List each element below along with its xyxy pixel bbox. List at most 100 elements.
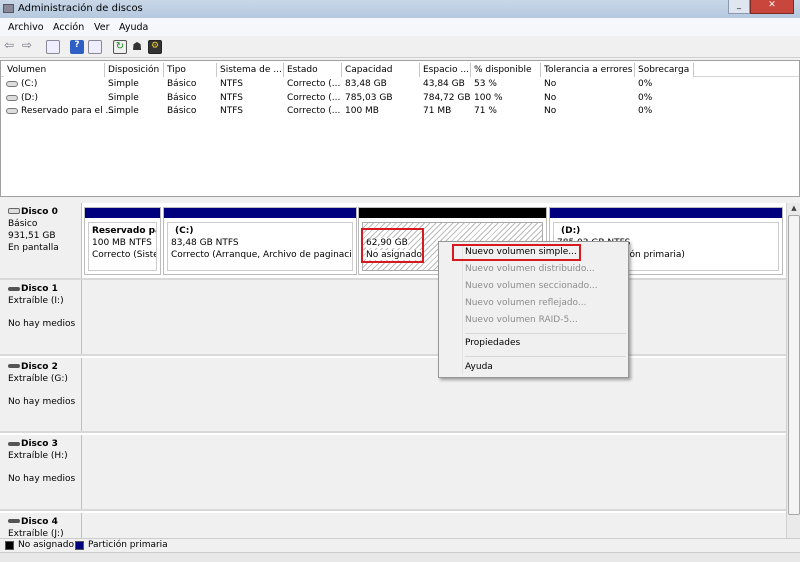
legend-primary: Partición primaria: [88, 540, 168, 550]
col-disponible[interactable]: % disponible: [471, 63, 541, 77]
help-icon[interactable]: ?: [70, 40, 84, 54]
removable-disk-icon: [8, 441, 20, 446]
back-icon[interactable]: ⇦: [4, 38, 18, 52]
drive-icon: [6, 94, 18, 101]
menu-bar: Archivo Acción Ver Ayuda: [0, 18, 800, 36]
scroll-thumb[interactable]: [788, 215, 800, 515]
volume-cell: 784,72 GB: [423, 92, 471, 103]
partition-size: 100 MB NTFS: [92, 238, 152, 248]
col-disposicion[interactable]: Disposición: [105, 63, 164, 77]
volume-cell: Simple: [108, 79, 139, 89]
disk-size: 931,51 GB: [8, 231, 56, 241]
disk-status: No hay medios: [8, 474, 76, 484]
vertical-scrollbar[interactable]: ▲: [786, 203, 800, 538]
close-button[interactable]: ✕: [750, 0, 794, 14]
disk-management-icon: [3, 4, 14, 13]
forward-icon[interactable]: ⇨: [22, 38, 36, 52]
disk-status: En pantalla: [8, 243, 59, 253]
menu-properties[interactable]: Propiedades: [465, 338, 520, 348]
highlight-unallocated: [361, 228, 424, 263]
partition-status: Correcto (Sistem: [92, 250, 156, 260]
menu-new-raid5-volume[interactable]: Nuevo volumen RAID-5...: [465, 315, 578, 325]
menu-help[interactable]: Ayuda: [465, 362, 493, 372]
volume-name[interactable]: Reservado para el ...: [21, 105, 114, 118]
menu-ver[interactable]: Ver: [94, 22, 110, 33]
disk-1-row: Disco 1 Extraíble (I:) No hay medios: [0, 280, 786, 356]
volume-cell: Simple: [108, 92, 139, 103]
primary-partition-swatch: [75, 541, 84, 550]
properties-icon[interactable]: ☗: [130, 40, 144, 54]
col-tolerancia[interactable]: Tolerancia a errores: [541, 63, 635, 77]
disk-name: Disco 0: [21, 207, 58, 217]
highlight-new-simple-volume: [452, 244, 581, 261]
refresh-icon[interactable]: ↻: [113, 40, 127, 54]
disk-name: Disco 1: [21, 284, 58, 294]
disk-1-label[interactable]: Disco 1 Extraíble (I:) No hay medios: [3, 280, 82, 354]
disk-2-row: Disco 2 Extraíble (G:) No hay medios: [0, 357, 786, 433]
title-bar: Administración de discos _ ✕: [0, 0, 800, 18]
volume-cell: Correcto (...: [287, 106, 341, 116]
partition-title: (D:): [561, 226, 581, 236]
col-capacidad[interactable]: Capacidad: [342, 63, 420, 77]
volume-name[interactable]: (C:): [21, 78, 37, 91]
menu-archivo[interactable]: Archivo: [8, 22, 44, 33]
menu-accion[interactable]: Acción: [53, 22, 84, 33]
disk-3-label[interactable]: Disco 3 Extraíble (H:) No hay medios: [3, 435, 82, 509]
col-estado[interactable]: Estado: [284, 63, 342, 77]
menu-new-striped-volume[interactable]: Nuevo volumen seccionado...: [465, 281, 598, 291]
disk-4-label[interactable]: Disco 4 Extraíble (J:): [3, 512, 82, 538]
disk-type: Extraíble (G:): [8, 373, 68, 384]
removable-disk-icon: [8, 286, 20, 291]
disk-4-row: Disco 4 Extraíble (J:): [0, 512, 786, 538]
volume-cell: Básico: [167, 106, 197, 116]
volume-cell: NTFS: [220, 79, 243, 89]
partition-reserved[interactable]: Reservado para 100 MB NTFS Correcto (Siste…: [84, 207, 161, 275]
menu-ayuda[interactable]: Ayuda: [119, 22, 148, 33]
drive-icon: [6, 108, 18, 114]
col-volumen[interactable]: Volumen: [4, 63, 105, 77]
context-menu: Nuevo volumen simple... Nuevo volumen di…: [438, 241, 629, 378]
volume-cell: No: [544, 92, 557, 103]
menu-separator: [465, 333, 626, 334]
status-bar: [0, 552, 800, 562]
removable-disk-icon: [8, 519, 20, 523]
partition-c[interactable]: (C:) 83,48 GB NTFS Correcto (Arranque, Arc…: [163, 207, 357, 275]
rescan-icon[interactable]: ⚙: [148, 40, 162, 54]
disk-type: Básico: [8, 219, 38, 229]
disk-type: Extraíble (I:): [8, 296, 64, 306]
volume-list: Volumen Disposición Tipo Sistema de ... …: [0, 60, 800, 197]
volume-cell: Simple: [108, 106, 139, 116]
volume-cell: 0%: [638, 106, 653, 116]
col-sobrecarga[interactable]: Sobrecarga: [635, 63, 694, 77]
disk-0-label[interactable]: Disco 0 Básico 931,51 GB En pantalla: [3, 203, 82, 278]
col-sistema[interactable]: Sistema de ...: [217, 63, 284, 77]
col-espacio[interactable]: Espacio ...: [420, 63, 471, 77]
volume-cell: 0%: [638, 79, 653, 89]
show-hide-console-icon[interactable]: [46, 40, 60, 54]
menu-new-spanned-volume[interactable]: Nuevo volumen distribuido...: [465, 264, 595, 274]
disk-name: Disco 2: [21, 361, 58, 372]
disk-3-row: Disco 3 Extraíble (H:) No hay medios: [0, 435, 786, 511]
disk-2-label[interactable]: Disco 2 Extraíble (G:) No hay medios: [3, 357, 82, 431]
window-title: Administración de discos: [18, 3, 143, 14]
disk-icon: [8, 208, 20, 214]
scroll-up-icon[interactable]: ▲: [788, 204, 800, 214]
menu-separator: [465, 356, 626, 357]
col-tipo[interactable]: Tipo: [164, 63, 217, 77]
drive-icon: [6, 81, 18, 87]
legend-unallocated: No asignado: [18, 540, 74, 550]
disk-name: Disco 3: [21, 439, 58, 449]
action-pane-icon[interactable]: [88, 40, 102, 54]
volume-cell: 100 MB: [345, 106, 379, 116]
menu-new-mirrored-volume[interactable]: Nuevo volumen reflejado...: [465, 298, 586, 308]
volume-cell: 43,84 GB: [423, 79, 465, 89]
volume-cell: 71 %: [474, 106, 497, 116]
disk-name: Disco 4: [21, 516, 58, 527]
partition-title: (C:): [175, 226, 194, 236]
legend: No asignado Partición primaria: [0, 538, 800, 552]
volume-cell: 53 %: [474, 79, 497, 89]
volume-cell: 71 MB: [423, 106, 452, 116]
minimize-button[interactable]: _: [728, 0, 750, 14]
volume-name[interactable]: (D:): [21, 92, 38, 105]
disk-status: No hay medios: [8, 396, 76, 407]
